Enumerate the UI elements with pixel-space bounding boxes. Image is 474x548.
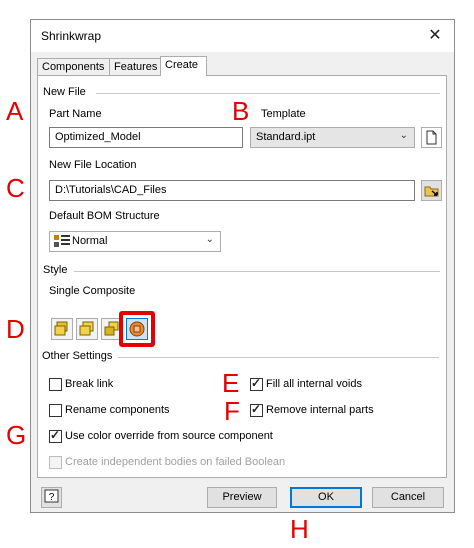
tab-create[interactable]: Create — [160, 56, 207, 76]
fill-voids-label: Fill all internal voids — [266, 378, 362, 390]
help-icon: ? — [44, 489, 59, 503]
new-template-button[interactable] — [421, 127, 442, 148]
svg-text:?: ? — [49, 492, 55, 503]
color-override-checkbox[interactable] — [49, 428, 62, 443]
rename-components-label: Rename components — [65, 404, 170, 416]
bom-label: Default BOM Structure — [49, 210, 160, 222]
annotation-marker-h: H — [290, 514, 309, 544]
template-select[interactable]: Standard.ipt ⌄ — [250, 127, 415, 148]
shrinkwrap-dialog: Shrinkwrap ✕ Components Features Create … — [30, 19, 455, 513]
help-button[interactable]: ? — [41, 487, 62, 508]
bom-structure-icon — [54, 235, 70, 247]
remove-internal-label: Remove internal parts — [266, 404, 374, 416]
new-file-divider — [96, 93, 440, 94]
annotation-marker-c: C — [6, 173, 25, 203]
template-value: Standard.ipt — [256, 131, 316, 143]
close-icon[interactable]: ✕ — [424, 25, 446, 47]
annotation-marker-e: E — [222, 368, 240, 398]
template-label: Template — [261, 108, 306, 120]
browse-folder-button[interactable] — [421, 180, 442, 201]
chevron-down-icon: ⌄ — [399, 130, 408, 141]
create-tab-pane: New File Part Name Optimized_Model Templ… — [37, 75, 447, 478]
ok-button[interactable]: OK — [290, 487, 362, 508]
independent-bodies-checkbox — [49, 456, 62, 469]
tab-components[interactable]: Components — [37, 58, 110, 75]
cancel-button[interactable]: Cancel — [372, 487, 444, 508]
bom-value: Normal — [72, 235, 108, 247]
single-body-merge-icon — [54, 321, 68, 336]
dialog-title: Shrinkwrap — [41, 29, 102, 43]
other-settings-section-label: Other Settings — [42, 350, 113, 362]
style-section-label: Style — [43, 264, 68, 276]
break-link-label: Break link — [65, 378, 114, 390]
style-mode-label: Single Composite — [49, 285, 136, 297]
annotation-marker-g: G — [6, 420, 27, 450]
style-no-seams-button[interactable] — [76, 318, 98, 340]
annotation-marker-d: D — [6, 314, 25, 344]
tab-features[interactable]: Features — [109, 58, 161, 75]
title-bar: Shrinkwrap ✕ — [31, 20, 454, 52]
independent-bodies-label: Create independent bodies on failed Bool… — [65, 456, 286, 468]
part-name-label: Part Name — [49, 108, 102, 120]
new-file-section-label: New File — [43, 86, 86, 98]
annotation-marker-f: F — [224, 396, 240, 426]
single-body-no-seams-icon — [79, 321, 94, 336]
part-name-input[interactable]: Optimized_Model — [49, 127, 243, 148]
color-override-label: Use color override from source component — [65, 430, 273, 442]
chevron-down-icon: ⌄ — [205, 234, 214, 245]
location-input[interactable]: D:\Tutorials\CAD_Files — [49, 180, 415, 201]
style-single-merge-button[interactable] — [51, 318, 73, 340]
annotation-marker-a: A — [6, 96, 24, 126]
remove-internal-checkbox[interactable] — [250, 402, 263, 417]
fill-voids-checkbox[interactable] — [250, 376, 263, 391]
bom-select[interactable]: Normal ⌄ — [49, 231, 221, 252]
document-icon — [426, 130, 437, 145]
rename-components-checkbox[interactable] — [49, 404, 62, 417]
break-link-checkbox[interactable] — [49, 378, 62, 391]
other-settings-divider — [118, 357, 439, 358]
annotation-marker-b: B — [232, 96, 250, 126]
folder-browse-icon — [424, 186, 439, 197]
preview-button[interactable]: Preview — [207, 487, 277, 508]
location-label: New File Location — [49, 159, 137, 171]
style-divider — [74, 271, 440, 272]
style-option-highlight — [119, 311, 155, 347]
